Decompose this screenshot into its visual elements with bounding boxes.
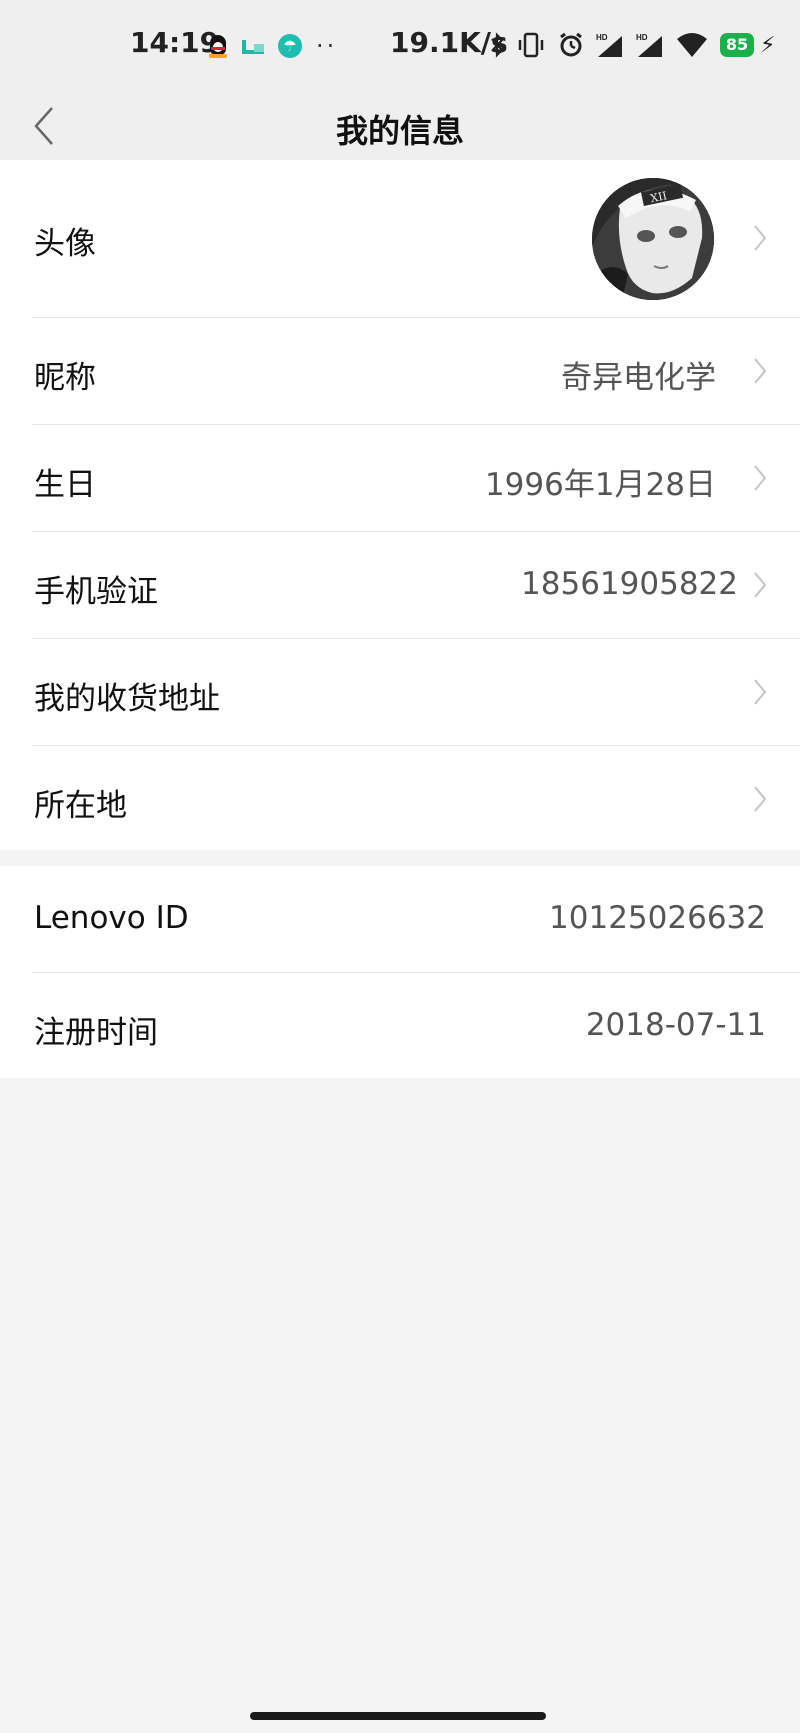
row-label: Lenovo ID [34,900,189,936]
lenovo-id-row: Lenovo ID 10125026632 [0,866,800,972]
chevron-right-icon [754,358,767,384]
nav-header: 我的信息 [0,92,800,160]
shipping-address-row[interactable]: 我的收货地址 [0,639,800,745]
row-label: 所在地 [34,788,127,824]
lenovo-id-value: 10125026632 [549,900,766,936]
home-indicator[interactable] [250,1712,546,1720]
truck-icon [242,36,264,56]
wifi-icon [677,33,707,57]
phone-row[interactable]: 手机验证 18561905822 [0,532,800,638]
hd-signal-icon: HD [636,33,662,57]
row-label: 头像 [34,226,96,262]
system-icons: HD HD 85 ⚡ [490,28,775,62]
nickname-value: 奇异电化学 [561,360,716,396]
chevron-right-icon [754,465,767,491]
registration-date-value: 2018-07-11 [585,1007,766,1043]
nickname-row[interactable]: 昵称 奇异电化学 [0,318,800,424]
page-title: 我的信息 [335,112,464,150]
row-label: 生日 [34,467,96,503]
alarm-icon [560,32,582,57]
row-label: 注册时间 [34,1015,158,1051]
location-row[interactable]: 所在地 [0,746,800,850]
more-dots-icon: ·· [316,32,338,60]
row-label: 昵称 [34,360,96,396]
qq-icon [208,33,228,59]
row-label: 手机验证 [34,574,158,610]
phone-value: 18561905822 [521,566,738,602]
chevron-right-icon [754,225,767,251]
chevron-right-icon [754,679,767,705]
profile-section: 头像 XII 昵称 奇异电化学 生日 1996年1月28日 手机验证 18561… [0,160,800,850]
registration-date-row: 注册时间 2018-07-11 [0,973,800,1078]
bluetooth-icon [491,32,504,58]
umbrella-icon: ☂ [278,34,302,58]
hd-signal-icon: HD [596,33,622,57]
avatar-row[interactable]: 头像 XII [0,160,800,317]
chevron-right-icon [754,572,767,598]
chevron-right-icon [754,786,767,812]
vibrate-icon [518,32,544,58]
status-time: 14:19 [130,26,220,59]
status-bar: 14:19 ☂ ·· 19.1K/s HD HD 85 ⚡ [0,0,800,92]
svg-text:HD: HD [636,33,648,42]
row-label: 我的收货地址 [34,681,220,717]
charging-icon: ⚡ [760,32,776,58]
avatar[interactable]: XII [592,178,714,300]
battery-icon: 85 [720,33,754,57]
notification-icons: ☂ ·· [208,32,337,60]
birthday-row[interactable]: 生日 1996年1月28日 [0,425,800,531]
svg-text:HD: HD [596,33,608,42]
account-section: Lenovo ID 10125026632 注册时间 2018-07-11 [0,866,800,1078]
birthday-value: 1996年1月28日 [484,467,716,503]
